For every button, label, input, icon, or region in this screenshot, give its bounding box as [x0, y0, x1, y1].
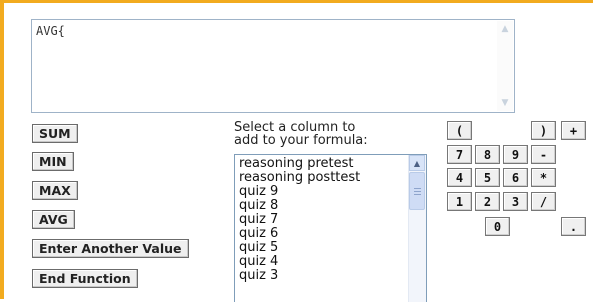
min-button[interactable]: MIN: [32, 152, 74, 171]
zero-key[interactable]: 0: [485, 217, 510, 236]
avg-button[interactable]: AVG: [32, 210, 75, 229]
list-item[interactable]: quiz 6: [239, 227, 278, 240]
list-item[interactable]: quiz 7: [239, 213, 278, 226]
list-item[interactable]: quiz 5: [239, 241, 278, 254]
max-button[interactable]: MAX: [32, 181, 78, 200]
open-paren-key[interactable]: (: [447, 121, 472, 140]
list-item[interactable]: quiz 3: [239, 269, 278, 282]
eight-key[interactable]: 8: [475, 145, 500, 164]
chevron-up-icon[interactable]: ▲: [409, 155, 425, 171]
four-key[interactable]: 4: [447, 168, 472, 187]
grip-line: [414, 188, 421, 189]
seven-key[interactable]: 7: [447, 145, 472, 164]
chevron-up-icon[interactable]: ▲: [497, 21, 513, 37]
formula-textarea[interactable]: AVG{ ▲ ▼: [31, 19, 515, 113]
list-item[interactable]: reasoning pretest: [239, 157, 354, 170]
column-select-label-line2: add to your formula:: [234, 133, 368, 148]
end-function-button[interactable]: End Function: [32, 269, 138, 288]
formula-text: AVG{: [36, 24, 65, 38]
decimal-key[interactable]: .: [561, 217, 586, 236]
formula-scrollbar[interactable]: ▲ ▼: [497, 21, 513, 111]
list-item[interactable]: reasoning posttest: [239, 171, 360, 184]
two-key[interactable]: 2: [475, 192, 500, 211]
chevron-down-icon[interactable]: ▼: [497, 95, 513, 111]
enter-another-value-button[interactable]: Enter Another Value: [32, 239, 189, 258]
column-list-scrollbar[interactable]: ▲: [408, 155, 426, 302]
list-item[interactable]: quiz 4: [239, 255, 278, 268]
list-item[interactable]: quiz 9: [239, 185, 278, 198]
five-key[interactable]: 5: [475, 168, 500, 187]
grip-line: [414, 194, 421, 195]
nine-key[interactable]: 9: [503, 145, 528, 164]
plus-key[interactable]: +: [561, 121, 586, 140]
sum-button[interactable]: SUM: [32, 124, 78, 143]
formula-builder-panel: AVG{ ▲ ▼ SUM MIN MAX AVG Enter Another V…: [0, 0, 593, 302]
divide-key[interactable]: /: [531, 192, 556, 211]
list-item[interactable]: quiz 8: [239, 199, 278, 212]
scrollbar-thumb[interactable]: [409, 172, 425, 210]
one-key[interactable]: 1: [447, 192, 472, 211]
close-paren-key[interactable]: ): [531, 121, 556, 140]
six-key[interactable]: 6: [503, 168, 528, 187]
three-key[interactable]: 3: [503, 192, 528, 211]
multiply-key[interactable]: *: [531, 168, 556, 187]
column-listbox[interactable]: reasoning pretest reasoning posttest qui…: [234, 154, 427, 302]
column-select-label: Select a column to add to your formula:: [234, 121, 414, 147]
minus-key[interactable]: -: [531, 145, 556, 164]
grip-line: [414, 191, 421, 192]
